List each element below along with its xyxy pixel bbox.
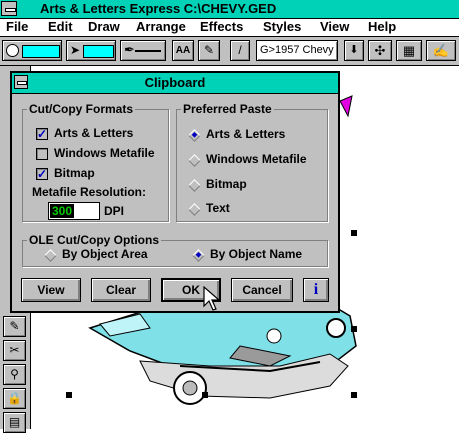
- line-style-button[interactable]: ✒: [120, 40, 166, 61]
- menu-edit[interactable]: Edit: [48, 19, 73, 34]
- menu-arrange[interactable]: Arrange: [136, 19, 186, 34]
- bold-icon[interactable]: ✎: [198, 40, 220, 61]
- clipboard-dialog: Clipboard Cut/Copy Formats ✓ Arts & Lett…: [10, 71, 340, 313]
- text-style-button[interactable]: AA: [172, 40, 194, 61]
- palette-icon: [6, 44, 19, 57]
- radio-ole-by-area-label: By Object Area: [62, 247, 148, 261]
- cut-copy-formats-legend: Cut/Copy Formats: [29, 102, 134, 116]
- checkbox-bitmap[interactable]: ✓: [36, 168, 48, 180]
- dropdown-arrow-icon[interactable]: ⬇: [344, 40, 364, 61]
- magenta-shape: [339, 95, 353, 118]
- clear-button[interactable]: Clear: [91, 278, 151, 302]
- menu-view[interactable]: View: [320, 19, 349, 34]
- pen-icon: ➤: [70, 43, 81, 57]
- checkbox-arts-letters-label: Arts & Letters: [54, 126, 134, 140]
- menu-styles[interactable]: Styles: [263, 19, 301, 34]
- resolution-input[interactable]: 300: [48, 202, 100, 220]
- selection-handle[interactable]: [66, 392, 72, 398]
- preferred-paste-legend: Preferred Paste: [183, 102, 272, 116]
- dialog-title: Clipboard: [12, 73, 338, 94]
- menu-file[interactable]: File: [6, 19, 28, 34]
- metafile-resolution-label: Metafile Resolution:: [32, 185, 147, 199]
- menu-help[interactable]: Help: [368, 19, 396, 34]
- line-swatch: [83, 45, 114, 58]
- info-icon[interactable]: i: [303, 278, 329, 302]
- fill-color-button[interactable]: [2, 40, 62, 61]
- checkbox-arts-letters[interactable]: ✓: [36, 128, 48, 140]
- fill-swatch: [22, 45, 60, 58]
- zoom-tool-icon[interactable]: ⚲: [3, 364, 26, 385]
- node-edit-icon[interactable]: ✣: [368, 40, 392, 61]
- menu-draw[interactable]: Draw: [88, 19, 120, 34]
- menu-effects[interactable]: Effects: [200, 19, 243, 34]
- checkbox-windows-metafile[interactable]: [36, 148, 48, 160]
- radio-paste-windows-metafile-label: Windows Metafile: [206, 152, 307, 166]
- radio-paste-bitmap-label: Bitmap: [206, 177, 247, 191]
- resolution-unit: DPI: [104, 204, 125, 218]
- mouse-pointer-icon: [203, 286, 221, 311]
- pencil-tool-icon[interactable]: ✎: [3, 316, 26, 337]
- brush-icon[interactable]: ✍: [426, 40, 456, 61]
- wand-icon[interactable]: /: [230, 40, 250, 61]
- view-button[interactable]: View: [21, 278, 81, 302]
- toolbar: ➤ ✒ AA ✎ / G>1957 Chevy ⬇ ✣ ▦ ✍: [0, 37, 459, 66]
- lock-tool-icon[interactable]: 🔒: [3, 388, 26, 409]
- cancel-button[interactable]: Cancel: [231, 278, 293, 302]
- radio-ole-by-name-label: By Object Name: [210, 247, 303, 261]
- checkbox-bitmap-label: Bitmap: [54, 166, 95, 180]
- radio-paste-arts-letters-label: Arts & Letters: [206, 127, 286, 141]
- line-sample: [135, 50, 161, 52]
- checkbox-windows-metafile-label: Windows Metafile: [54, 146, 155, 160]
- selection-handle[interactable]: [351, 230, 357, 236]
- system-menu-icon[interactable]: [1, 1, 17, 16]
- resolution-value: 300: [50, 204, 75, 218]
- nib-icon: ✒: [124, 42, 135, 57]
- scissors-tool-icon[interactable]: ✂: [3, 340, 26, 361]
- style-select[interactable]: G>1957 Chevy: [256, 40, 338, 61]
- window-title: Arts & Letters Express C:\CHEVY.GED: [40, 1, 277, 16]
- radio-paste-text-label: Text: [206, 201, 230, 215]
- line-color-button[interactable]: ➤: [66, 40, 116, 61]
- selection-handle[interactable]: [351, 326, 357, 332]
- title-bar: Arts & Letters Express C:\CHEVY.GED: [0, 0, 459, 19]
- ole-options-legend: OLE Cut/Copy Options: [29, 233, 159, 247]
- selection-handle[interactable]: [351, 392, 357, 398]
- menu-bar: File Edit Draw Arrange Effects Styles Vi…: [0, 19, 459, 37]
- transform-icon[interactable]: ▦: [396, 40, 422, 61]
- dialog-system-menu-icon[interactable]: [14, 75, 28, 89]
- selection-handle[interactable]: [202, 392, 208, 398]
- chevy-car-illustration[interactable]: [88, 297, 357, 405]
- layers-tool-icon[interactable]: ▤: [3, 412, 26, 433]
